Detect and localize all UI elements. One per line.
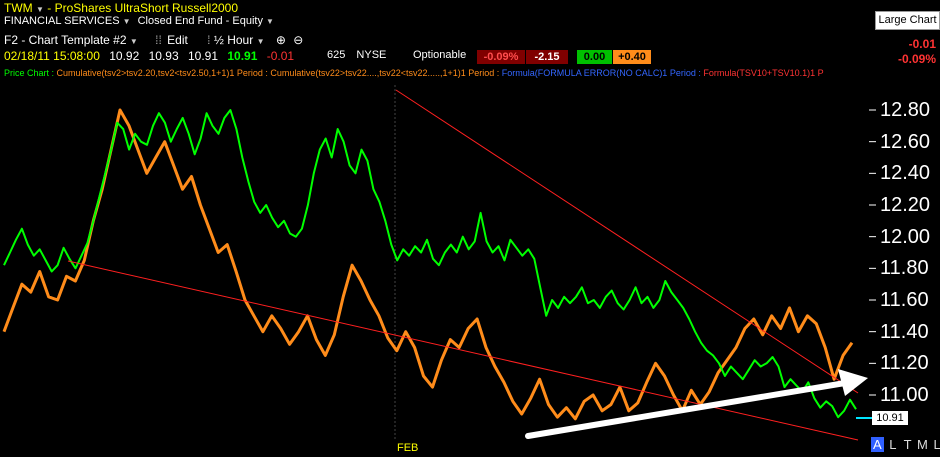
volume-info: 625 NYSE	[327, 49, 386, 61]
quote-last: 10.91	[227, 49, 258, 63]
quote-change: -0.01	[266, 49, 295, 63]
right-pct-change: -0.09%	[897, 52, 936, 66]
title-separator: -	[47, 1, 52, 15]
plus-box: +0.40	[613, 50, 651, 64]
grip-icon: ⁞⁞	[155, 33, 162, 47]
chevron-down-icon[interactable]: ▼	[36, 5, 44, 14]
shares: 625	[327, 49, 346, 61]
white-arrow	[525, 380, 848, 439]
template-select[interactable]: F2 - Chart Template #2	[4, 33, 127, 47]
toolbar: F2 - Chart Template #2 ▼ ⁞⁞ Edit ⁞ ½ Hou…	[4, 33, 303, 47]
quote-low: 10.91	[187, 49, 218, 63]
legend-item-4[interactable]: Formula(TSV10+TSV10.1)1 P	[703, 68, 823, 78]
button-l2[interactable]: L	[933, 437, 940, 452]
large-chart-button[interactable]: Large Chart	[875, 11, 940, 30]
y-tick-label: 11.20	[880, 352, 929, 375]
y-tick-label: 11.40	[880, 320, 929, 343]
interval-select[interactable]: ½ Hour	[214, 33, 253, 47]
zoom-out-icon[interactable]: ⊖	[293, 33, 303, 47]
edit-button[interactable]: Edit	[167, 33, 188, 47]
chevron-down-icon[interactable]: ▼	[257, 37, 265, 46]
indicator-series-line	[2, 108, 854, 421]
exchange: NYSE	[356, 49, 387, 61]
y-tick-label: 12.00	[880, 225, 931, 248]
optionable-label: Optionable	[413, 49, 467, 61]
classification-bar: FINANCIAL SERVICES ▼ Closed End Fund - E…	[4, 15, 274, 27]
white-arrow-head	[838, 369, 868, 396]
legend-item-3[interactable]: Formula(FORMULA ERROR(NO CALC)1 Period :	[502, 68, 701, 78]
current-price-tag: 10.91	[872, 411, 908, 425]
y-axis-ticks	[869, 109, 876, 396]
fund-type-label: Closed End Fund - Equity	[137, 15, 263, 27]
grip-icon: ⁞	[207, 33, 211, 47]
legend-item-1[interactable]: Cumulative(tsv2>tsv2.20,tsv2<tsv2.50,1+1…	[57, 68, 268, 78]
indicator-legend: Price Chart : Cumulative(tsv2>tsv2.20,ts…	[4, 68, 824, 78]
quote-open: 10.92	[109, 49, 140, 63]
instrument-name: ProShares UltraShort Russell2000	[54, 1, 239, 15]
zoom-buttons: A L T M L	[871, 437, 940, 452]
quote-high: 10.93	[148, 49, 179, 63]
y-tick-label: 11.80	[880, 257, 929, 280]
x-axis-feb-label: FEB	[397, 442, 419, 454]
quote-row: 02/18/11 15:08:00 10.92 10.93 10.91 10.9…	[4, 49, 294, 63]
zoom-in-icon[interactable]: ⊕	[276, 33, 286, 47]
legend-price[interactable]: Price Chart :	[4, 68, 54, 78]
price-series-line	[3, 109, 857, 419]
button-t[interactable]: T	[904, 437, 912, 452]
current-price-marker	[856, 417, 872, 419]
pct-change-box: -0.09%	[477, 50, 525, 64]
y-tick-label: 12.40	[880, 162, 931, 185]
symbol[interactable]: TWM	[4, 1, 33, 15]
title-bar: TWM ▼ - ProShares UltraShort Russell2000	[4, 1, 238, 15]
button-l[interactable]: L	[889, 437, 896, 452]
button-m[interactable]: M	[917, 437, 928, 452]
y-tick-label: 11.00	[880, 384, 929, 406]
sector-label: FINANCIAL SERVICES	[4, 15, 120, 27]
change-box: -2.15	[526, 50, 568, 64]
chevron-down-icon[interactable]: ▼	[123, 17, 131, 26]
chevron-down-icon[interactable]: ▼	[130, 37, 138, 46]
right-change: -0.01	[908, 37, 936, 51]
quote-datetime: 02/18/11 15:08:00	[4, 49, 100, 63]
y-tick-label: 12.20	[880, 194, 931, 216]
support-trendline	[67, 260, 859, 441]
y-tick-label: 12.60	[880, 130, 931, 153]
button-a[interactable]: A	[871, 437, 884, 452]
zero-box: 0.00	[577, 50, 612, 64]
legend-item-2[interactable]: Cumulative(tsv22>tsv22....,tsv22<tsv22..…	[270, 68, 499, 78]
y-tick-label: 12.80	[880, 99, 931, 121]
y-tick-label: 11.60	[880, 289, 929, 311]
chevron-down-icon[interactable]: ▼	[266, 17, 274, 26]
